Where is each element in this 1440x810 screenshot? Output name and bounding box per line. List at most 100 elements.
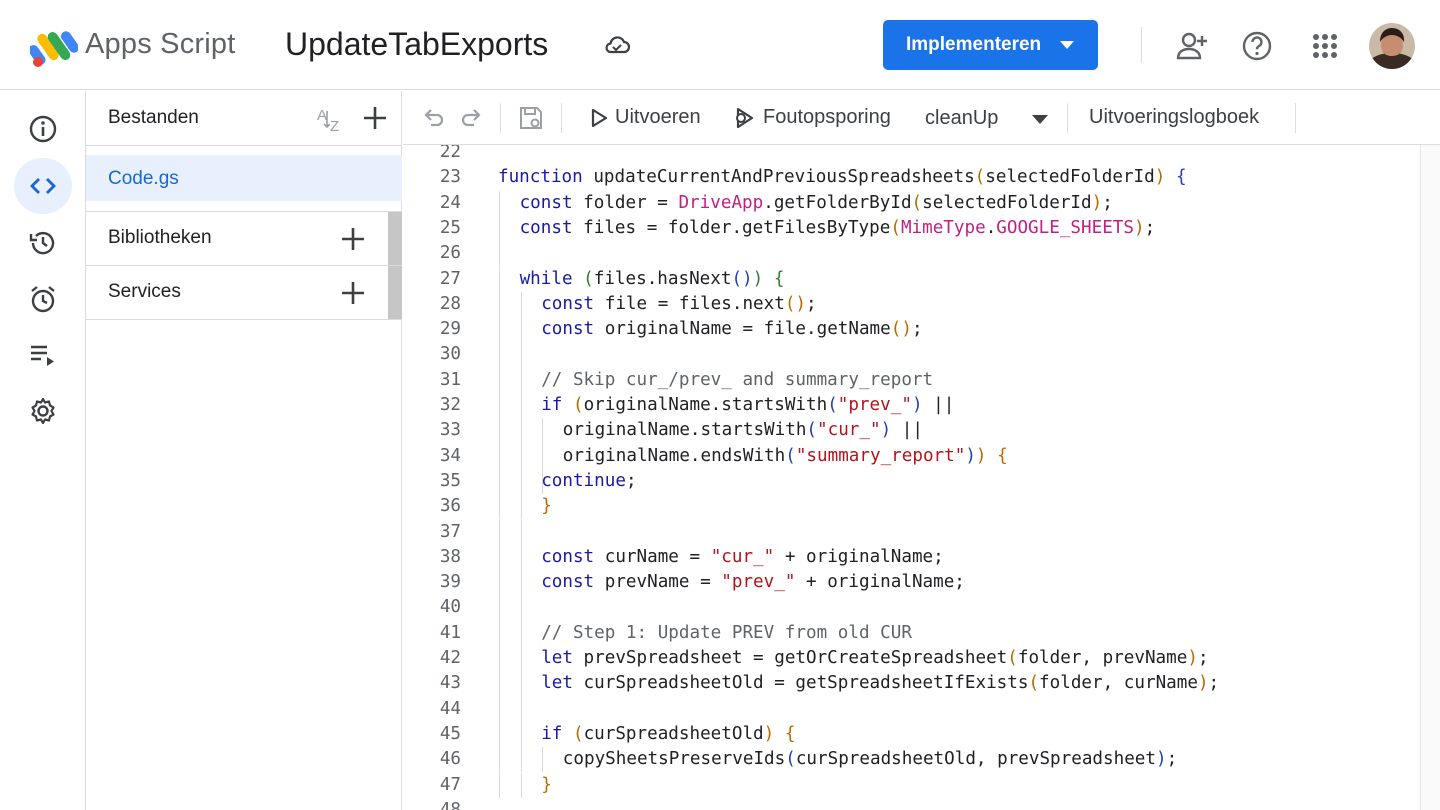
code-line[interactable]: 34 originalName.endsWith("summary_report"… xyxy=(403,443,1420,469)
rail-item-settings[interactable] xyxy=(14,383,72,439)
code-text: while (files.hasNext()) { xyxy=(520,267,785,292)
code-line[interactable]: 30 xyxy=(403,342,1420,368)
code-text: // Skip cur_/prev_ and summary_report xyxy=(541,368,933,393)
share-person-add-icon[interactable] xyxy=(1175,29,1209,63)
execution-log-button[interactable]: Uitvoeringslogboek xyxy=(1089,106,1259,129)
code-text: } xyxy=(541,494,552,519)
chevron-down-icon[interactable] xyxy=(1032,115,1048,124)
code-token: } xyxy=(541,496,552,517)
code-token: ; xyxy=(1166,749,1178,770)
indent-guide xyxy=(520,367,522,393)
code-line[interactable]: 46 copySheetsPreserveIds(curSpreadsheetOl… xyxy=(403,747,1420,773)
rail-item-executions[interactable] xyxy=(14,327,72,383)
sort-az-icon[interactable]: A Z xyxy=(316,105,346,133)
code-token: ) xyxy=(1197,673,1209,694)
code-token: curName = xyxy=(594,546,711,567)
code-line[interactable]: 31 // Skip cur_/prev_ and summary_report xyxy=(403,367,1420,393)
code-token: updateCurrentAndPreviousSpreadsheets xyxy=(582,167,975,188)
indent-guide xyxy=(499,671,500,697)
code-token: ; xyxy=(911,319,923,340)
undo-icon[interactable] xyxy=(420,105,446,131)
function-select[interactable]: cleanUp xyxy=(925,107,998,130)
code-line[interactable]: 28 const file = files.next(); xyxy=(403,291,1420,318)
code-token: originalName.startsWith xyxy=(583,395,828,415)
indent-guide xyxy=(520,519,522,545)
code-line[interactable]: 47} xyxy=(403,772,1420,798)
save-icon[interactable] xyxy=(518,105,544,131)
code-text: continue; xyxy=(541,469,636,494)
code-line[interactable]: 40 xyxy=(403,595,1420,621)
code-line[interactable]: 29 const originalName = file.getName(); xyxy=(403,317,1420,343)
project-title[interactable]: UpdateTabExports xyxy=(285,26,548,63)
code-text: originalName.endsWith("summary_report"))… xyxy=(563,444,1008,469)
rail-item-editor[interactable] xyxy=(14,158,72,214)
code-line[interactable]: 43 let curSpreadsheetOld = getSpreadsheet… xyxy=(403,671,1420,697)
code-token: "prev_" xyxy=(837,395,912,415)
apps-grid-icon[interactable] xyxy=(1308,29,1342,63)
add-service-plus-icon[interactable] xyxy=(340,280,366,306)
code-line[interactable]: 24 const folder = DriveApp.getFolderById(… xyxy=(403,190,1420,216)
user-avatar[interactable] xyxy=(1369,23,1415,69)
file-item-code-gs[interactable]: Code.gs xyxy=(86,155,402,201)
code-token: "prev_" xyxy=(721,572,796,593)
editor-scrollbar[interactable] xyxy=(1420,145,1440,810)
apps-script-logo-icon[interactable] xyxy=(30,28,78,68)
code-line[interactable]: 25 const files = folder.getFilesByType(Mi… xyxy=(403,215,1420,242)
rail-item-overview[interactable] xyxy=(14,101,72,157)
rail-item-triggers[interactable] xyxy=(14,271,72,327)
panel-scrollbar[interactable] xyxy=(388,212,402,265)
rail-item-history[interactable] xyxy=(14,215,72,271)
code-token: ) xyxy=(965,445,976,466)
playlist-play-icon xyxy=(31,345,54,366)
code-token: ; xyxy=(806,293,817,314)
code-line[interactable]: 22 xyxy=(403,145,1420,165)
code-token: originalName = file.getName xyxy=(594,319,891,340)
app-name[interactable]: Apps Script xyxy=(85,28,236,61)
deploy-button[interactable]: Implementeren xyxy=(883,20,1098,70)
cloud-saved-icon xyxy=(605,36,631,54)
line-number: 30 xyxy=(439,344,461,365)
code-line[interactable]: 44 xyxy=(403,696,1420,722)
code-token: MimeType xyxy=(900,217,986,238)
indent-guide xyxy=(499,215,500,242)
code-line[interactable]: 27 while (files.hasNext()) { xyxy=(403,266,1420,292)
help-icon[interactable] xyxy=(1240,29,1274,63)
line-number: 23 xyxy=(439,167,461,188)
code-line[interactable]: 45 if (curSpreadsheetOld) { xyxy=(403,721,1420,748)
code-line[interactable]: 37 xyxy=(403,519,1420,545)
code-line[interactable]: 36} xyxy=(403,494,1420,520)
code-line[interactable]: 39 const prevName = "prev_" + originalNam… xyxy=(403,570,1420,596)
indent-guide xyxy=(520,595,522,621)
redo-icon[interactable] xyxy=(459,105,485,131)
code-editor[interactable]: 22 23 function updateCurrentAndPreviousSpr… xyxy=(403,145,1440,810)
code-token: continue xyxy=(541,470,626,491)
code-line[interactable]: 23 function updateCurrentAndPreviousSprea… xyxy=(403,165,1420,190)
services-section: Services xyxy=(86,266,402,319)
code-token: () xyxy=(731,268,753,289)
code-token: } xyxy=(541,774,552,795)
code-token: ( xyxy=(890,217,901,238)
code-line[interactable]: 32 if (originalName.startsWith("prev_") |… xyxy=(403,393,1420,419)
code-line[interactable]: 26 xyxy=(403,241,1420,267)
indent-guide xyxy=(499,747,500,773)
add-file-plus-icon[interactable] xyxy=(362,105,388,131)
indent-guide xyxy=(520,620,522,646)
panel-scrollbar[interactable] xyxy=(388,266,402,319)
code-line[interactable]: 48 xyxy=(403,798,1420,810)
run-button[interactable]: Uitvoeren xyxy=(615,106,701,129)
code-token: ) xyxy=(752,268,764,289)
run-play-icon[interactable] xyxy=(588,107,610,129)
alarm-clock-icon xyxy=(31,286,55,313)
code-token: ; xyxy=(1208,673,1220,694)
code-token: const xyxy=(541,572,595,593)
code-line[interactable]: 41 // Step 1: Update PREV from old CUR xyxy=(403,620,1420,646)
debug-icon[interactable] xyxy=(732,106,756,130)
debug-button[interactable]: Foutopsporing xyxy=(763,106,891,129)
code-line[interactable]: 33 originalName.startsWith("cur_") || xyxy=(403,418,1420,444)
code-line[interactable]: 42 let prevSpreadsheet = getOrCreateSprea… xyxy=(403,646,1420,672)
chevron-down-icon[interactable] xyxy=(1060,41,1074,49)
code-line[interactable]: 38 const curName = "cur_" + originalName; xyxy=(403,544,1420,571)
add-library-plus-icon[interactable] xyxy=(340,226,366,252)
code-token: let xyxy=(541,648,573,668)
code-line[interactable]: 35 continue; xyxy=(403,468,1420,495)
